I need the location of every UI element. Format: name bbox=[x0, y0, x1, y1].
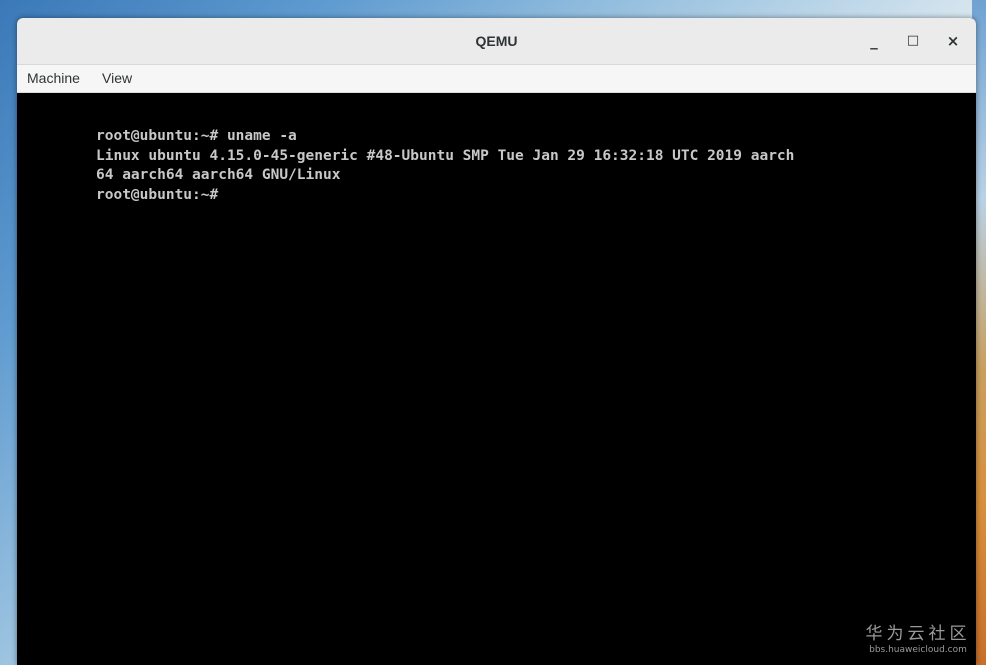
minimize-button[interactable]: _ bbox=[860, 27, 888, 55]
window-title: QEMU bbox=[475, 33, 518, 49]
console-line: Linux ubuntu 4.15.0-45-generic #48-Ubunt… bbox=[96, 147, 795, 164]
console-output: root@ubuntu:~# uname -a Linux ubuntu 4.15… bbox=[96, 127, 794, 205]
console-line: root@ubuntu:~# uname -a bbox=[96, 128, 297, 144]
menu-bar: Machine View bbox=[17, 65, 976, 93]
maximize-button[interactable]: □ bbox=[899, 27, 927, 55]
qemu-window: QEMU _ □ × Machine View bbox=[17, 18, 976, 665]
watermark-text: 华为云社区 bbox=[865, 624, 971, 644]
watermark: 华为云社区 bbs.huaweicloud.com bbox=[860, 624, 976, 656]
watermark-url: bbs.huaweicloud.com bbox=[869, 645, 967, 655]
title-bar[interactable]: QEMU _ □ × bbox=[17, 18, 976, 65]
menu-view[interactable]: View bbox=[102, 65, 132, 92]
close-button[interactable]: × bbox=[939, 27, 967, 55]
console-line: 64 aarch64 aarch64 GNU/Linux bbox=[96, 167, 341, 183]
menu-machine[interactable]: Machine bbox=[27, 65, 80, 92]
console-line: root@ubuntu:~# bbox=[96, 186, 219, 203]
